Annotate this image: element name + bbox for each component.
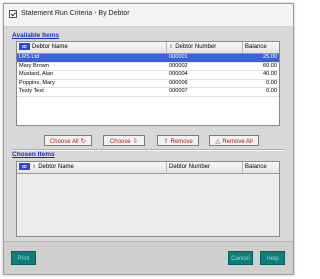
balance-cell: 0.00 [266,79,277,86]
row-indicator-icon: ID [19,43,30,50]
column-header-debtor-name[interactable]: ID ⇧ Debtor Name [17,162,167,172]
available-items-label: Available Items [12,32,60,39]
footer-bar: Print Cancel Help [4,241,293,274]
remove-all-button[interactable]: △ Remove All [209,135,259,146]
debtor-name-cell: LRS Ltd [19,54,40,60]
table-row[interactable]: LRS Ltd 000001 25.00 [17,54,279,63]
down-arrow-icon: ⇩ [132,138,139,145]
debtor-name-cell: Mustard, Alan [19,71,54,77]
debtor-name-cell: Poppins, Mary [19,79,55,86]
balance-cell: 25.00 [243,54,277,62]
column-header-balance[interactable]: Balance [243,42,280,52]
available-grid-header: ID Debtor Name ⇧ Debtor Number Balance [17,42,279,54]
balance-cell: 0.00 [266,88,277,94]
choose-button[interactable]: Choose ⇩ [103,135,145,146]
available-items-grid[interactable]: ID Debtor Name ⇧ Debtor Number Balance LRS… [16,41,280,126]
sort-arrow-icon: ⇧ [32,164,37,170]
table-row[interactable]: Poppins, Mary 000006 0.00 [17,79,279,88]
triangle-up-icon: △ [215,138,221,145]
remove-button[interactable]: ⇧ Remove [157,135,199,146]
debtor-number-cell: 000006 [169,79,188,86]
table-row[interactable]: Testy Test 000007 0.00 [17,88,279,97]
column-header-debtor-number[interactable]: ⇧ Debtor Number [167,42,243,52]
title-bar: Statement Run Criteria - By Debtor [4,4,293,27]
cancel-button[interactable]: Cancel [228,251,253,265]
available-rows: LRS Ltd 000001 25.00 Mary Brown 000002 60.00 M… [17,54,279,97]
column-header-debtor-name[interactable]: ID Debtor Name [17,42,167,52]
balance-cell: 40.00 [263,71,277,77]
chosen-grid-header: ID ⇧ Debtor Name Debtor Number Balance [17,162,279,174]
choose-all-button[interactable]: Choose All ↻ [44,135,92,146]
column-header-balance[interactable]: Balance [243,162,280,172]
sort-arrow-icon: ⇧ [169,44,174,50]
debtor-name-cell: Mary Brown [19,62,49,69]
table-row[interactable]: Mustard, Alan 000004 40.00 [17,71,279,80]
chosen-items-grid[interactable]: ID ⇧ Debtor Name Debtor Number Balance [16,161,280,237]
print-button[interactable]: Print [11,251,36,265]
row-indicator-icon: ID [19,163,30,170]
refresh-icon: ↻ [80,138,87,145]
app-icon [9,10,17,18]
help-button[interactable]: Help [260,251,285,265]
chosen-items-label: Chosen Items [12,151,55,158]
table-row[interactable]: Mary Brown 000002 60.00 [17,62,279,71]
debtor-number-cell: 000002 [169,62,188,69]
up-arrow-icon: ⇧ [163,138,169,145]
debtor-number-cell: 000001 [169,54,188,60]
dialog-window: Statement Run Criteria - By Debtor Avail… [3,3,294,275]
column-header-debtor-number[interactable]: Debtor Number [167,162,243,172]
debtor-number-cell: 000004 [169,71,188,77]
debtor-number-cell: 000007 [169,88,188,94]
balance-cell: 60.00 [263,62,277,69]
window-title: Statement Run Criteria - By Debtor [21,10,130,17]
debtor-name-cell: Testy Test [19,88,44,94]
